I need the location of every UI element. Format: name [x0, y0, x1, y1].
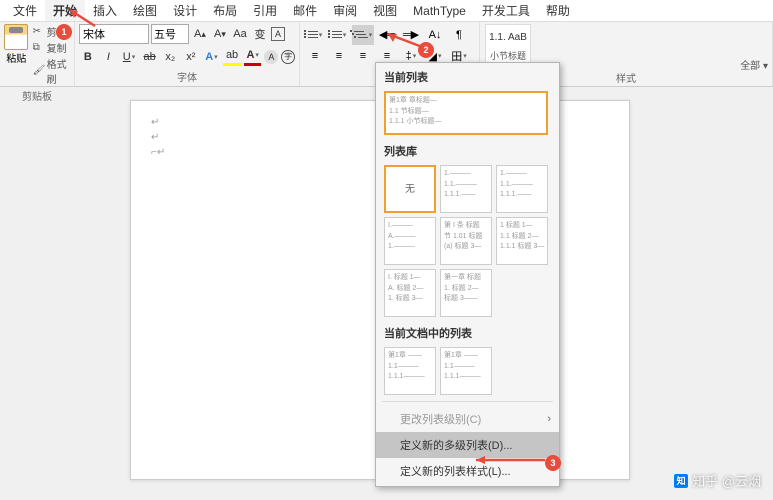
- menu-bar: 文件 开始 插入 绘图 设计 布局 引用 邮件 审阅 视图 MathType 开…: [0, 0, 773, 22]
- chevron-right-icon: ›: [547, 413, 551, 425]
- change-list-level-item: 更改列表级别(C)›: [376, 406, 559, 432]
- library-item-3[interactable]: I.——— A.——— 1.———: [384, 217, 436, 265]
- superscript-button[interactable]: x²: [182, 48, 200, 66]
- library-item-none[interactable]: 无: [384, 165, 436, 213]
- paste-button[interactable]: 粘贴: [4, 24, 29, 86]
- subscript-button[interactable]: x₂: [161, 48, 179, 66]
- font-size-input[interactable]: [151, 24, 189, 44]
- numbering-button[interactable]: ▾: [328, 25, 350, 45]
- callout-3: 3: [545, 455, 561, 471]
- paste-icon: [4, 24, 28, 50]
- copy-icon: ⧉: [33, 42, 45, 54]
- tab-view[interactable]: 视图: [365, 0, 405, 21]
- align-left-button[interactable]: ≡: [304, 46, 326, 66]
- arrow-3: [470, 452, 550, 468]
- tab-file[interactable]: 文件: [5, 0, 45, 21]
- current-list-preview[interactable]: 第1章 章标题— 1.1 节标题— 1.1.1 小节标题—: [384, 91, 548, 135]
- scissors-icon: ✂: [33, 26, 45, 38]
- watermark: 知 知乎 @云烟: [674, 471, 761, 490]
- align-right-button[interactable]: ≡: [352, 46, 374, 66]
- library-item-1[interactable]: 1.——— 1.1.——— 1.1.1.——: [440, 165, 492, 213]
- tab-mailings[interactable]: 邮件: [285, 0, 325, 21]
- multilevel-list-dropdown: 当前列表 第1章 章标题— 1.1 节标题— 1.1.1 小节标题— 列表库 无…: [375, 62, 560, 487]
- section-doc-lists: 当前文档中的列表: [376, 319, 559, 345]
- align-center-button[interactable]: ≡: [328, 46, 350, 66]
- format-painter-button[interactable]: 🖌格式刷: [31, 56, 70, 86]
- section-list-library: 列表库: [376, 137, 559, 163]
- callout-2: 2: [418, 42, 434, 58]
- underline-button[interactable]: U▾: [120, 48, 138, 66]
- font-label: 字体: [79, 67, 295, 84]
- enclose-char-button[interactable]: 字: [281, 50, 295, 64]
- style-item-0[interactable]: 1.1. AaB 小节标题: [485, 24, 531, 63]
- tab-design[interactable]: 设计: [165, 0, 205, 21]
- zhihu-icon: 知: [674, 474, 688, 488]
- tab-draw[interactable]: 绘图: [125, 0, 165, 21]
- change-case-button[interactable]: Aa: [231, 25, 249, 43]
- brush-icon: 🖌: [33, 65, 45, 77]
- tab-references[interactable]: 引用: [245, 0, 285, 21]
- char-border-button[interactable]: A: [271, 27, 285, 41]
- library-item-2[interactable]: 1.——— 1.1.——— 1.1.1.——: [496, 165, 548, 213]
- doc-list-item-1[interactable]: 第1章 —— 1.1——— 1.1.1———: [440, 347, 492, 395]
- phonetic-button[interactable]: 变: [251, 25, 269, 43]
- bold-button[interactable]: B: [79, 48, 97, 66]
- show-marks-button[interactable]: ¶: [448, 25, 470, 45]
- increase-font-button[interactable]: A▴: [191, 25, 209, 43]
- highlight-button[interactable]: ab: [223, 48, 241, 66]
- bullets-button[interactable]: ▾: [304, 25, 326, 45]
- italic-button[interactable]: I: [100, 48, 118, 66]
- tab-mathtype[interactable]: MathType: [405, 2, 474, 20]
- char-shading-button[interactable]: A: [264, 50, 278, 64]
- doc-list-item-0[interactable]: 第1章 —— 1.1——— 1.1.1———: [384, 347, 436, 395]
- font-color-button[interactable]: A▾: [244, 48, 262, 66]
- library-item-7[interactable]: 第一章 标题 1. 标题 2— 标题 3——: [440, 269, 492, 317]
- tab-layout[interactable]: 布局: [205, 0, 245, 21]
- library-item-6[interactable]: I. 标题 1— A. 标题 2— 1. 标题 3—: [384, 269, 436, 317]
- tab-developer[interactable]: 开发工具: [474, 0, 538, 21]
- decrease-font-button[interactable]: A▾: [211, 25, 229, 43]
- font-group: A▴ A▾ Aa 变 A B I U▾ ab x₂ x² A▾ ab A▾ A …: [75, 22, 300, 86]
- clipboard-label: 剪贴板: [4, 86, 70, 103]
- multilevel-list-button[interactable]: ▾: [352, 25, 374, 45]
- copy-button[interactable]: ⧉复制: [31, 40, 70, 55]
- library-item-5[interactable]: 1 标题 1— 1.1 标题 2— 1.1.1 标题 3—: [496, 217, 548, 265]
- text-effects-button[interactable]: A▾: [203, 48, 221, 66]
- tab-help[interactable]: 帮助: [538, 0, 578, 21]
- strikethrough-button[interactable]: ab: [141, 48, 159, 66]
- callout-1: 1: [56, 24, 72, 40]
- library-item-4[interactable]: 第 I 条 标题 节 1.01 标题 (a) 标题 3—: [440, 217, 492, 265]
- tab-review[interactable]: 审阅: [325, 0, 365, 21]
- section-current-list: 当前列表: [376, 63, 559, 89]
